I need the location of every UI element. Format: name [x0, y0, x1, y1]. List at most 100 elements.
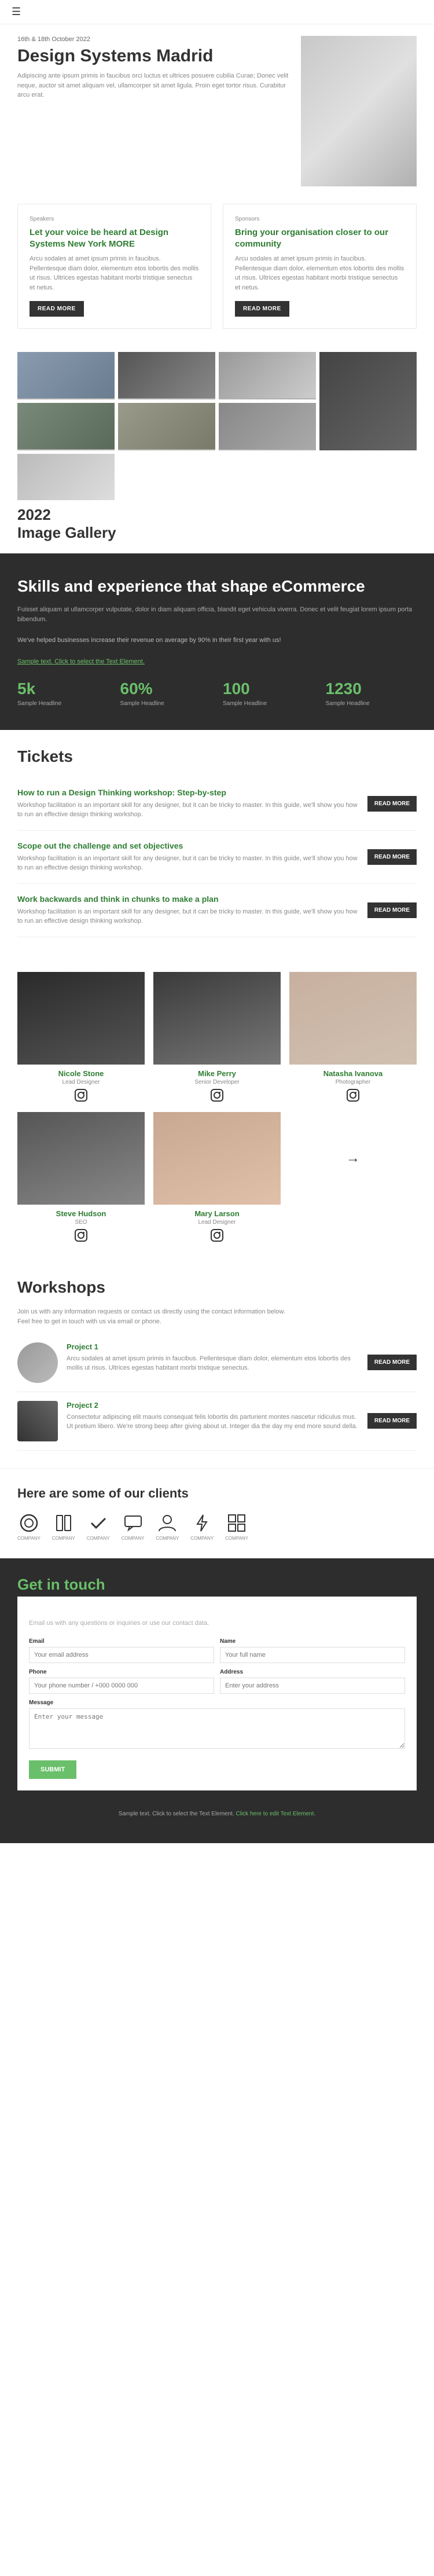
name-field[interactable]: [220, 1647, 405, 1663]
submit-button[interactable]: SUBMIT: [29, 1760, 76, 1779]
team-photo-mike: [153, 972, 281, 1065]
client-label-6: COMPANY: [190, 1536, 214, 1541]
workshops-description: Join us with any information requests or…: [17, 1308, 417, 1315]
workshop-title-2: Project 2: [67, 1401, 359, 1410]
client-label-7: COMPANY: [225, 1536, 248, 1541]
phone-label: Phone: [29, 1669, 214, 1675]
hero-date: 16th & 18th October 2022: [17, 36, 289, 43]
hero-section: 16th & 18th October 2022 Design Systems …: [0, 24, 434, 186]
workshop-btn-1[interactable]: READ MORE: [367, 1355, 417, 1370]
team-arrow[interactable]: →: [289, 1112, 417, 1205]
speaker-desc-2: Arcu sodales at amet ipsum primis in fau…: [235, 254, 404, 292]
ticket-content-1: How to run a Design Thinking workshop: S…: [17, 788, 359, 820]
client-logo-3: COMPANY: [87, 1513, 110, 1541]
team-card-mary: Mary Larson Lead Designer: [153, 1112, 281, 1243]
client-label-3: COMPANY: [87, 1536, 110, 1541]
instagram-icon-nicole[interactable]: [75, 1089, 87, 1102]
team-card-nicole: Nicole Stone Lead Designer: [17, 972, 145, 1103]
stat-num-4: 1230: [326, 680, 417, 698]
ticket-btn-3[interactable]: READ MORE: [367, 902, 417, 918]
client-logo-shape-3: [88, 1513, 109, 1533]
workshop-thumb-2: [17, 1401, 58, 1441]
gallery-item-5: [17, 403, 115, 450]
form-group-message: Message: [29, 1700, 405, 1749]
ticket-item-3: Work backwards and think in chunks to ma…: [17, 884, 417, 937]
message-field[interactable]: [29, 1708, 405, 1749]
ticket-desc-2: Workshop facilitation is an important sk…: [17, 854, 359, 873]
stat-label-2: Sample Headline: [120, 700, 212, 707]
client-logo-shape-5: [157, 1513, 178, 1533]
form-row-2: Phone Address: [29, 1669, 405, 1694]
client-logo-1: COMPANY: [17, 1513, 41, 1541]
workshops-section: Workshops Join us with any information r…: [0, 1261, 434, 1468]
speaker-card-title-1: Let your voice be heard at Design System…: [30, 227, 199, 249]
gallery-item-2: [118, 352, 215, 399]
gallery-title: 2022 Image Gallery: [17, 506, 417, 542]
team-name-natasha: Natasha Ivanova: [289, 1069, 417, 1078]
ticket-btn-1[interactable]: READ MORE: [367, 796, 417, 812]
gallery-item-1: [17, 352, 115, 399]
address-label: Address: [220, 1669, 405, 1675]
contact-form: Email us with any questions or inquiries…: [17, 1597, 417, 1790]
gallery-grid: [17, 352, 417, 500]
client-logo-shape-6: [192, 1513, 212, 1533]
skills-description: Fuisset aliquam at ullamcorper vulputate…: [17, 605, 417, 625]
speaker-read-more-1[interactable]: READ MORE: [30, 301, 84, 317]
skills-link[interactable]: Sample text. Click to select the Text El…: [17, 658, 417, 665]
team-role-steve: SEO: [17, 1219, 145, 1225]
stat-label-1: Sample Headline: [17, 700, 109, 707]
ticket-desc-3: Workshop facilitation is an important sk…: [17, 907, 359, 926]
skills-title: Skills and experience that shape eCommer…: [17, 577, 417, 596]
speaker-label-1: Speakers: [30, 216, 199, 222]
ticket-btn-2[interactable]: READ MORE: [367, 849, 417, 865]
hamburger-menu[interactable]: ☰: [12, 6, 21, 17]
workshops-sub-desc: Feel free to get in touch with us via em…: [17, 1318, 417, 1325]
instagram-icon-natasha[interactable]: [347, 1089, 359, 1102]
workshop-item-1: Project 1 Arcu sodales at amet ipsum pri…: [17, 1334, 417, 1392]
ticket-title-3: Work backwards and think in chunks to ma…: [17, 894, 359, 904]
speaker-desc-1: Arcu sodales at amet ipsum primis in fau…: [30, 254, 199, 292]
contact-section: Get in touch Email us with any questions…: [0, 1558, 434, 1843]
instagram-icon-mary[interactable]: [211, 1229, 223, 1242]
gallery-section: 2022 Image Gallery: [0, 346, 434, 553]
form-group-name: Name: [220, 1638, 405, 1663]
gallery-item-3: [219, 352, 316, 399]
instagram-icon-steve[interactable]: [75, 1229, 87, 1242]
ticket-item-2: Scope out the challenge and set objectiv…: [17, 831, 417, 884]
workshop-desc-2: Consectetur adipiscing elit mauris conse…: [67, 1412, 359, 1432]
client-logo-shape-4: [123, 1513, 144, 1533]
form-group-email: Email: [29, 1638, 214, 1663]
workshop-btn-2[interactable]: READ MORE: [367, 1413, 417, 1429]
instagram-icon-mike[interactable]: [211, 1089, 223, 1102]
team-name-steve: Steve Hudson: [17, 1209, 145, 1218]
workshop-content-1: Project 1 Arcu sodales at amet ipsum pri…: [67, 1342, 359, 1373]
email-field[interactable]: [29, 1647, 214, 1663]
stat-4: 1230 Sample Headline: [326, 680, 417, 707]
speaker-card-title-2: Bring your organisation closer to our co…: [235, 227, 404, 249]
team-photo-nicole: [17, 972, 145, 1065]
speaker-card-1: Speakers Let your voice be heard at Desi…: [17, 204, 211, 329]
client-logo-shape-1: [19, 1513, 39, 1533]
speaker-read-more-2[interactable]: READ MORE: [235, 301, 289, 317]
team-section: Nicole Stone Lead Designer Mike Perry Se…: [0, 955, 434, 1261]
stat-2: 60% Sample Headline: [120, 680, 212, 707]
workshop-desc-1: Arcu sodales at amet ipsum primis in fau…: [67, 1354, 359, 1373]
name-label: Name: [220, 1638, 405, 1645]
footer-link[interactable]: Click here to edit Text Element.: [236, 1811, 316, 1817]
stat-label-3: Sample Headline: [223, 700, 314, 707]
contact-desc: Email us with any questions or inquiries…: [29, 1620, 405, 1627]
phone-field[interactable]: [29, 1678, 214, 1694]
skills-section: Skills and experience that shape eCommer…: [0, 553, 434, 730]
hero-text-block: 16th & 18th October 2022 Design Systems …: [17, 36, 301, 100]
address-field[interactable]: [220, 1678, 405, 1694]
hero-description: Adipiscing ante ipsum primis in faucibus…: [17, 71, 289, 100]
team-photo-mary: [153, 1112, 281, 1205]
speakers-row: Speakers Let your voice be heard at Desi…: [17, 204, 417, 329]
gallery-item-8: [17, 454, 115, 500]
hero-image: [301, 36, 417, 186]
speaker-label-2: Sponsors: [235, 216, 404, 222]
email-label: Email: [29, 1638, 214, 1645]
tickets-title: Tickets: [17, 747, 417, 766]
hero-title: Design Systems Madrid: [17, 46, 289, 65]
workshop-thumb-1: [17, 1342, 58, 1383]
